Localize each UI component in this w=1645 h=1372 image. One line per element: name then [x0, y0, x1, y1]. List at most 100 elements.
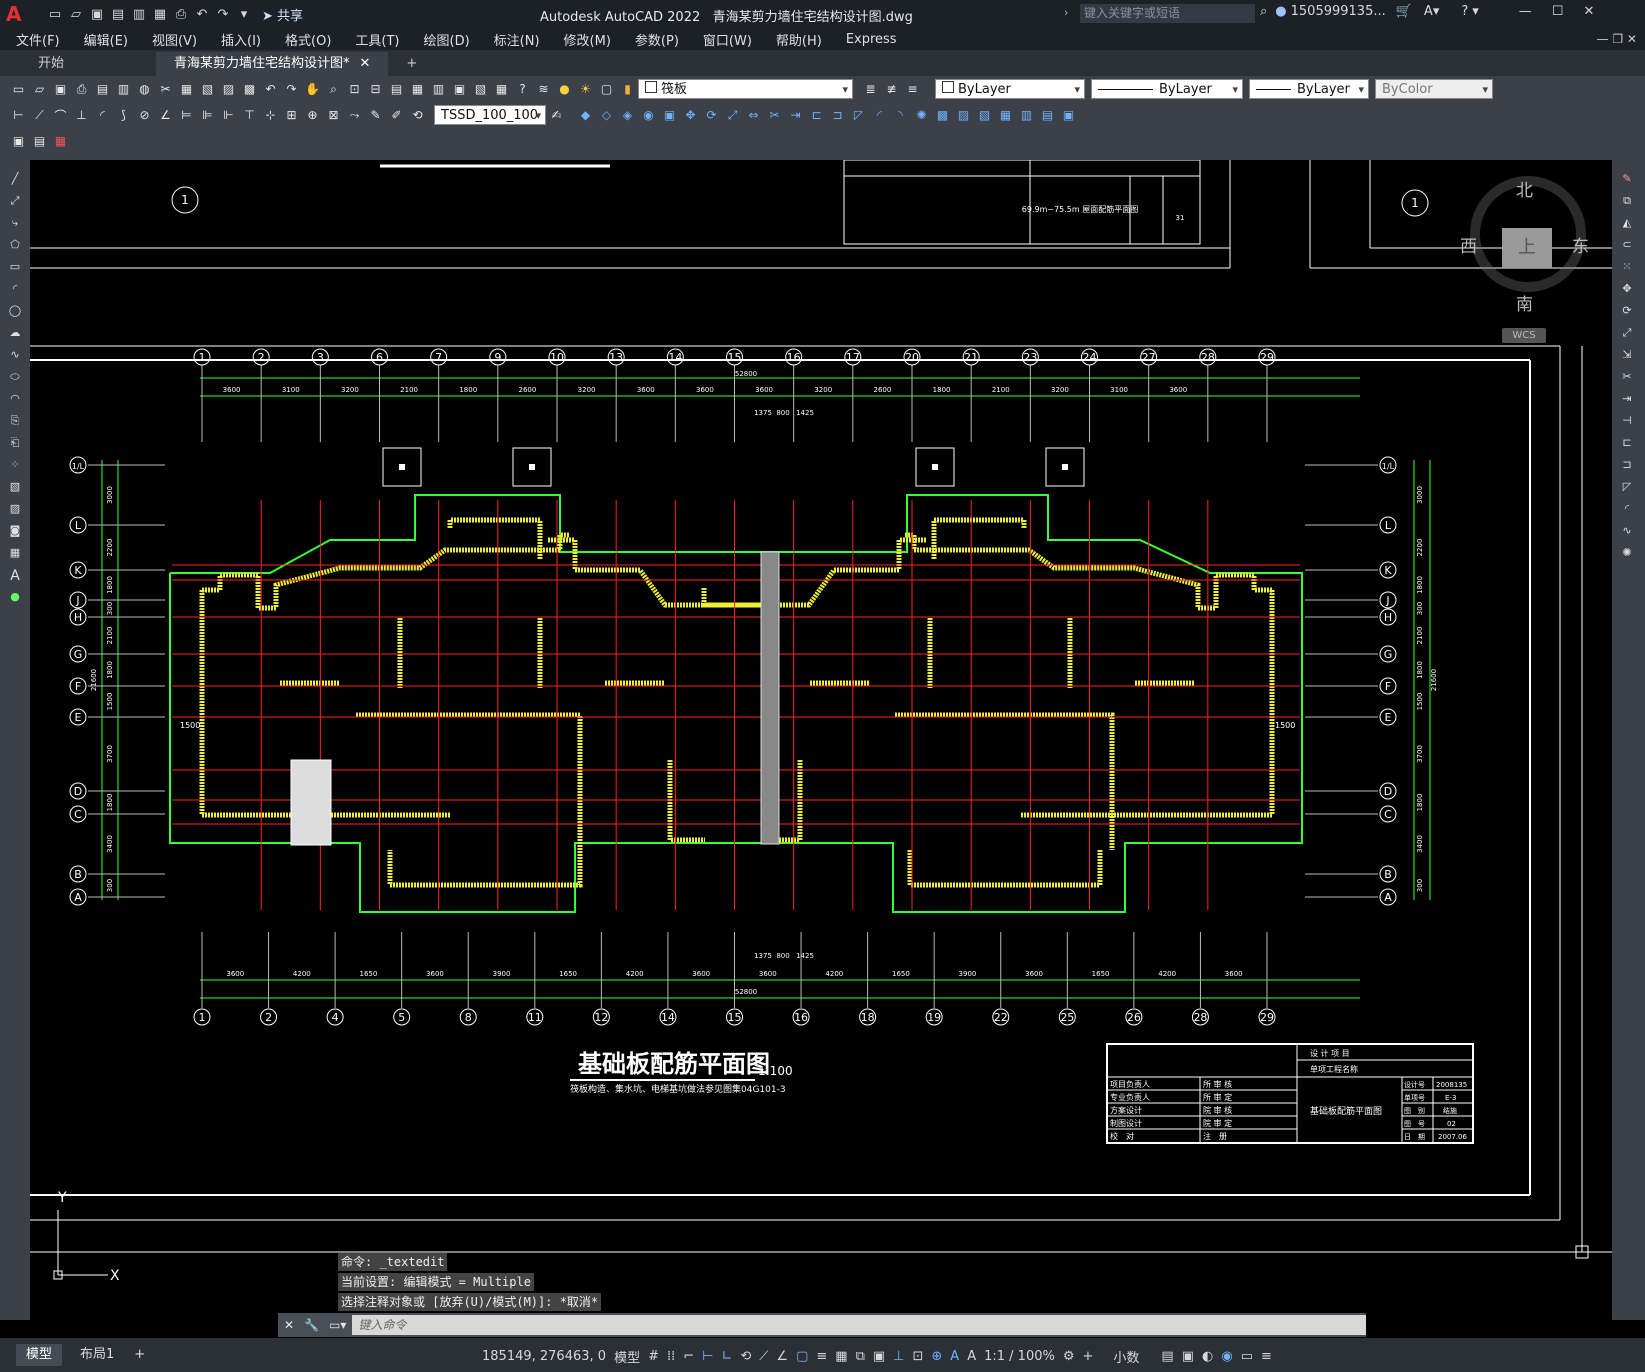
tab-drawing[interactable]: 青海某剪力墙住宅结构设计图* ✕: [156, 52, 389, 76]
draworder-all-icon[interactable]: ▣: [1059, 106, 1078, 125]
trim-icon[interactable]: ✂: [1619, 370, 1635, 386]
plotstyle-select[interactable]: ByColor: [1375, 79, 1493, 100]
make-block-icon[interactable]: ⎗: [7, 436, 23, 452]
menu-draw[interactable]: 绘图(D): [412, 30, 482, 49]
gradient-icon[interactable]: ▨: [7, 502, 23, 518]
modify-blend-icon[interactable]: ◝: [891, 106, 910, 125]
web-icon[interactable]: ◍: [135, 80, 154, 99]
jogged-linear-icon[interactable]: ⤳: [345, 106, 364, 125]
block-write-icon[interactable]: ▦: [51, 132, 70, 151]
modify-break-icon[interactable]: ⊏: [807, 106, 826, 125]
modify-trim-icon[interactable]: ✂: [765, 106, 784, 125]
layer-viewport-icon[interactable]: ▢: [597, 80, 616, 99]
coordinates-readout[interactable]: 185149, 276463, 0: [482, 1349, 606, 1364]
dim-arc-icon[interactable]: ⌒: [51, 106, 70, 125]
menu-view[interactable]: 视图(V): [140, 30, 209, 49]
copy-icon[interactable]: ▦: [177, 80, 196, 99]
arc-icon[interactable]: ◜: [7, 282, 23, 298]
dim-angular-icon[interactable]: ∠: [156, 106, 175, 125]
close-icon[interactable]: ✕: [1583, 4, 1594, 19]
break-icon[interactable]: ⊏: [1619, 436, 1635, 452]
redo-icon[interactable]: ↷: [214, 5, 232, 23]
lineweight-select[interactable]: ByLayer: [1249, 79, 1369, 100]
tolerance-icon[interactable]: ⊞: [282, 106, 301, 125]
draworder-back-icon[interactable]: ▨: [954, 106, 973, 125]
match-properties-icon[interactable]: ▨: [219, 80, 238, 99]
zoom-realtime-icon[interactable]: ⌕: [324, 80, 343, 99]
save-icon[interactable]: ▣: [51, 80, 70, 99]
customize-command-icon[interactable]: 🔧: [304, 1318, 319, 1332]
dim-radius-icon[interactable]: ◜: [93, 106, 112, 125]
menu-help[interactable]: 帮助(H): [764, 30, 834, 49]
linetype-select[interactable]: ByLayer: [1091, 79, 1243, 100]
transparency-icon[interactable]: ▦: [835, 1349, 847, 1364]
calculator-icon[interactable]: ▦: [492, 80, 511, 99]
blend-icon[interactable]: ∿: [1619, 524, 1635, 540]
infer-icon[interactable]: ⌐: [683, 1349, 694, 1364]
stretch-icon[interactable]: ⇲: [1619, 348, 1635, 364]
menu-express[interactable]: Express: [834, 32, 909, 47]
modify-chamfer-icon[interactable]: ◸: [849, 106, 868, 125]
drawing-canvas[interactable]: 69.9m~75.5m 屋面配筋平面图 31 1 1 1 2 3 6 7 9 10 13 14 1…: [30, 160, 1612, 1320]
dim-baseline-icon[interactable]: ⊫: [198, 106, 217, 125]
inspect-icon[interactable]: ⊠: [324, 106, 343, 125]
make-current-layer-icon[interactable]: ≣: [861, 80, 880, 99]
snap-icon[interactable]: ⁞⁞: [667, 1349, 675, 1364]
search-icon[interactable]: ⌕: [1260, 4, 1267, 19]
isolate-objects-icon[interactable]: ◐: [1202, 1349, 1213, 1364]
modify-scale-icon[interactable]: ⤢: [723, 106, 742, 125]
wcs-menu[interactable]: WCS: [1502, 328, 1546, 343]
viewcube-east[interactable]: 东: [1572, 232, 1589, 257]
units-select[interactable]: 小数: [1113, 1347, 1139, 1366]
properties-icon[interactable]: ▤: [387, 80, 406, 99]
polygon-icon[interactable]: ⬠: [7, 238, 23, 254]
tab-start[interactable]: 开始: [20, 52, 156, 76]
doc-window-controls[interactable]: — ❐ ✕: [1597, 32, 1637, 46]
dim-continue-icon[interactable]: ⊩: [219, 106, 238, 125]
osnap-icon[interactable]: ▢: [796, 1349, 808, 1364]
layer-previous-icon[interactable]: ≢: [882, 80, 901, 99]
insert-block-icon[interactable]: ⎘: [7, 414, 23, 430]
3d-osnap-icon[interactable]: ▣: [873, 1349, 885, 1364]
zoom-window-icon[interactable]: ⊡: [345, 80, 364, 99]
recent-commands-icon[interactable]: ▭▾: [329, 1318, 346, 1332]
menu-modify[interactable]: 修改(M): [552, 30, 623, 49]
chamfer-icon[interactable]: ◸: [1619, 480, 1635, 496]
menu-edit[interactable]: 编辑(E): [72, 30, 140, 49]
layer-on-icon[interactable]: ●: [555, 80, 574, 99]
auto-scale-icon[interactable]: A: [967, 1349, 976, 1364]
dim-aligned-icon[interactable]: ⟋: [30, 106, 49, 125]
quick-properties-icon[interactable]: ▤: [1161, 1349, 1173, 1364]
copy-object-icon[interactable]: ⧉: [1619, 194, 1635, 210]
dim-jogged-icon[interactable]: ⟆: [114, 106, 133, 125]
maximize-icon[interactable]: ☐: [1552, 4, 1564, 19]
save-web-icon[interactable]: ▦: [151, 5, 169, 23]
cart-icon[interactable]: 🛒: [1396, 4, 1412, 19]
point-icon[interactable]: ⁘: [7, 458, 23, 474]
erase-icon[interactable]: ✎: [1619, 172, 1635, 188]
autodesk-app-icon[interactable]: A▾: [1424, 4, 1439, 19]
zoom-previous-icon[interactable]: ⊟: [366, 80, 385, 99]
viewcube-west[interactable]: 西: [1460, 232, 1477, 257]
modify-explode-icon[interactable]: ✺: [912, 106, 931, 125]
publish-icon[interactable]: ▥: [114, 80, 133, 99]
join-icon[interactable]: ⊐: [1619, 458, 1635, 474]
ellipse-icon[interactable]: ⬭: [7, 370, 23, 386]
design-center-icon[interactable]: ▦: [408, 80, 427, 99]
menu-tools[interactable]: 工具(T): [343, 30, 411, 49]
revcloud-icon[interactable]: ☁: [7, 326, 23, 342]
dynamic-input-icon[interactable]: ⊢: [702, 1349, 713, 1364]
menu-file[interactable]: 文件(F): [4, 30, 72, 49]
menu-parametric[interactable]: 参数(P): [623, 30, 691, 49]
layer-select[interactable]: 筏板: [638, 79, 853, 100]
workspace-icon[interactable]: ⚙: [1063, 1349, 1075, 1364]
sheet-set-icon[interactable]: ▣: [450, 80, 469, 99]
customization-icon[interactable]: ≡: [1261, 1349, 1272, 1364]
menu-window[interactable]: 窗口(W): [691, 30, 764, 49]
plot-icon[interactable]: ⎙: [172, 5, 190, 23]
search-expand-icon[interactable]: ›: [1064, 6, 1068, 19]
modify-join-icon[interactable]: ⊐: [828, 106, 847, 125]
layer-lock-icon[interactable]: ▮: [618, 80, 637, 99]
save-as-icon[interactable]: ▤: [109, 5, 127, 23]
new-icon[interactable]: ▭: [46, 5, 64, 23]
